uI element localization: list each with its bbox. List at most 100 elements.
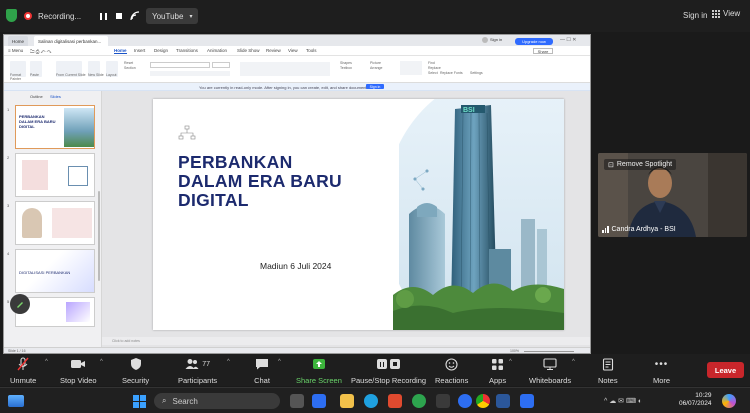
replace-label: Replace xyxy=(428,66,441,70)
picture-arrange-tools[interactable]: Picture Arrange xyxy=(370,61,382,71)
chat-options-chevron[interactable]: ^ xyxy=(278,359,281,365)
outline-tab[interactable]: Outline xyxy=(30,94,43,99)
windows-start-icon[interactable] xyxy=(133,395,146,408)
wps-main-menu[interactable]: ≡ Menu xyxy=(8,48,23,53)
search-icon: ⌕ xyxy=(162,396,167,405)
from-current-slide-button[interactable]: From Current Slide xyxy=(56,61,86,77)
font-family-select[interactable] xyxy=(150,62,210,68)
task-view-icon[interactable] xyxy=(290,394,304,408)
zoom-app-icon[interactable] xyxy=(458,394,472,408)
new-slide-button[interactable]: New Slide xyxy=(88,61,104,77)
insert-tools[interactable]: Shapes Textbox xyxy=(340,61,352,71)
thumb-number: 1 xyxy=(7,107,10,112)
section-label: Section xyxy=(124,66,136,70)
slide-thumbnail-4[interactable]: DIGITALISASI PERBANKAN xyxy=(15,249,95,293)
participants-label: Participants xyxy=(178,376,218,385)
replace-fonts-button[interactable]: Replace Fonts xyxy=(440,71,463,75)
menu-insert[interactable]: Insert xyxy=(134,48,145,53)
zoom-meeting-taskbar-icon[interactable] xyxy=(520,394,534,408)
chat-button[interactable]: Chat xyxy=(254,357,270,385)
office-app-icon[interactable] xyxy=(388,394,402,408)
copilot-icon[interactable] xyxy=(722,394,736,408)
style-tools[interactable] xyxy=(400,61,422,75)
apps-options-chevron[interactable]: ^ xyxy=(509,359,512,365)
reactions-button[interactable]: Reactions xyxy=(435,357,468,385)
slide-counter: Slide 1 / 16 xyxy=(8,349,26,353)
upgrade-button[interactable]: Upgrade now xyxy=(515,38,553,45)
menu-tools[interactable]: Tools xyxy=(306,48,317,53)
edge-browser-icon[interactable] xyxy=(364,394,378,408)
reset-section-group[interactable]: Reset Section xyxy=(124,61,136,71)
file-explorer-icon[interactable] xyxy=(340,394,354,408)
share-screen-button[interactable]: Share Screen xyxy=(296,357,342,385)
slide-thumbnail-3[interactable] xyxy=(15,201,95,245)
menu-home[interactable]: Home xyxy=(114,48,127,54)
slide-thumbnail-1[interactable]: PERBANKAN DALAM ERA BARU DIGITAL xyxy=(15,105,95,149)
whiteboards-button[interactable]: Whiteboards xyxy=(529,357,571,385)
camera-icon xyxy=(70,357,86,371)
paragraph-tools[interactable] xyxy=(240,62,330,76)
readonly-signin-button[interactable]: Sign in xyxy=(366,84,384,89)
shared-screen-presentation-app: Home Salinan digitalisasi perbankan... S… xyxy=(3,34,591,354)
wps-share-button[interactable]: Share xyxy=(533,48,553,54)
notes-button[interactable]: Notes xyxy=(598,357,618,385)
zoom-slider[interactable] xyxy=(524,351,574,352)
stop-icon xyxy=(116,13,122,19)
menu-review[interactable]: Review xyxy=(266,48,281,53)
video-options-chevron[interactable]: ^ xyxy=(100,359,103,365)
store-app-icon[interactable] xyxy=(312,394,326,408)
stop-video-button[interactable]: Stop Video xyxy=(60,357,97,385)
tab-document[interactable]: Salinan digitalisasi perbankan... xyxy=(34,36,108,46)
more-label: More xyxy=(653,376,671,385)
desktop-widgets-icon[interactable] xyxy=(8,395,24,407)
shapes-label: Shapes xyxy=(340,61,352,65)
audio-options-chevron[interactable]: ^ xyxy=(45,359,48,365)
menu-view[interactable]: View xyxy=(288,48,298,53)
taskbar-app-icon[interactable] xyxy=(436,394,450,408)
system-tray-icons[interactable]: ^ ☁ ✉ ⌨ ◐ xyxy=(604,397,642,405)
paste-button[interactable]: Paste xyxy=(30,61,42,77)
current-slide[interactable]: PERBANKAN DALAM ERA BARU DIGITAL Madiun … xyxy=(153,99,564,330)
font-format-tools[interactable] xyxy=(150,71,230,76)
youtube-stream-dropdown[interactable]: YouTube ▾ xyxy=(146,8,199,24)
slide-thumbnail-2[interactable] xyxy=(15,153,95,197)
taskbar-clock[interactable]: 10:29 06/07/2024 xyxy=(679,392,712,408)
menu-transitions[interactable]: Transitions xyxy=(176,48,198,53)
quick-access-icons[interactable]: 🗀 ⎙ ↶ ↷ xyxy=(30,48,51,56)
apps-button[interactable]: Apps xyxy=(489,357,506,385)
participants-button[interactable]: 77 Participants xyxy=(178,357,217,385)
find-tools[interactable]: Find Replace Select xyxy=(428,61,441,76)
participants-options-chevron[interactable]: ^ xyxy=(227,359,230,365)
whiteboards-options-chevron[interactable]: ^ xyxy=(572,359,575,365)
livestream-button[interactable] xyxy=(128,9,142,23)
leave-button[interactable]: Leave xyxy=(707,362,744,378)
menu-animation[interactable]: Animation xyxy=(207,48,227,53)
slides-tab[interactable]: Slides xyxy=(50,94,61,99)
notes-area[interactable]: Click to add notes xyxy=(102,337,590,345)
settings-button[interactable]: Settings xyxy=(470,71,483,75)
layout-button[interactable]: Layout xyxy=(106,61,118,77)
more-button[interactable]: ••• More xyxy=(653,357,671,386)
wps-signin-link[interactable]: Sign in xyxy=(490,37,502,42)
format-painter-button[interactable]: Format Painter xyxy=(10,61,26,81)
pause-recording-button[interactable] xyxy=(96,9,110,23)
whatsapp-icon[interactable] xyxy=(412,394,426,408)
remove-spotlight-button[interactable]: ⊡ Remove Spotlight xyxy=(604,159,677,170)
zoom-level[interactable]: 100% xyxy=(510,349,519,353)
window-controls[interactable]: — ☐ ✕ xyxy=(560,37,576,43)
chrome-browser-icon[interactable] xyxy=(476,394,490,408)
thumb-scrollbar[interactable] xyxy=(98,191,100,281)
annotate-pen-button[interactable] xyxy=(10,294,30,314)
zoom-signin-link[interactable]: Sign in xyxy=(683,11,707,20)
unmute-button[interactable]: Unmute xyxy=(10,357,36,385)
word-app-icon[interactable] xyxy=(496,394,510,408)
tab-home[interactable]: Home xyxy=(8,36,29,46)
view-button[interactable]: View xyxy=(712,9,740,18)
security-button[interactable]: Security xyxy=(122,357,149,385)
font-size-select[interactable] xyxy=(212,62,230,68)
menu-slide-show[interactable]: Slide Show xyxy=(237,48,260,53)
stop-recording-button[interactable] xyxy=(112,9,126,23)
pause-stop-recording-button[interactable]: Pause/Stop Recording xyxy=(351,357,426,385)
taskbar-search-input[interactable]: ⌕ Search xyxy=(154,393,280,409)
menu-design[interactable]: Design xyxy=(154,48,168,53)
